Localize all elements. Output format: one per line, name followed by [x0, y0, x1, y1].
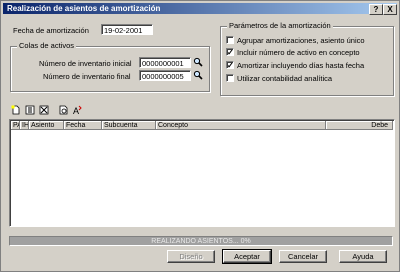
- sort-icon[interactable]: A: [73, 105, 83, 115]
- properties-icon[interactable]: [25, 105, 35, 115]
- agrupar-checkbox[interactable]: [226, 36, 234, 44]
- fecha-label: Fecha de amortización: [13, 26, 89, 35]
- search-icon[interactable]: [193, 57, 203, 67]
- svg-text:A: A: [73, 106, 79, 115]
- window-title: Realización de asientos de amortización: [7, 4, 161, 13]
- analitica-label: Utilizar contabilidad analítica: [237, 74, 333, 83]
- params-group-title: Parámetros de la amortización: [227, 21, 333, 30]
- column-header-subcuenta[interactable]: Subcuenta: [102, 121, 156, 130]
- column-header-fecha[interactable]: Fecha: [64, 121, 102, 130]
- column-header-ih[interactable]: IH: [20, 121, 29, 130]
- incluir-label: Incluir número de activo en concepto: [237, 48, 360, 57]
- aceptar-button[interactable]: Aceptar: [222, 249, 272, 264]
- final-label: Número de inventario final: [43, 72, 131, 81]
- column-header-asiento[interactable]: Asiento: [29, 121, 64, 130]
- analitica-checkbox[interactable]: [226, 74, 234, 82]
- cancelar-button[interactable]: Cancelar: [279, 250, 327, 263]
- amortizar-label: Amortizar incluyendo días hasta fecha: [237, 61, 365, 70]
- asientos-grid[interactable]: PA IH Asiento Fecha Subcuenta Concepto D…: [9, 119, 395, 227]
- ayuda-button[interactable]: Ayuda: [339, 250, 387, 263]
- title-bar[interactable]: Realización de asientos de amortización …: [3, 3, 397, 15]
- fecha-input[interactable]: 19-02-2001: [101, 24, 153, 35]
- diseno-button[interactable]: Diseño: [167, 250, 215, 263]
- inicial-input[interactable]: 0000000001: [139, 57, 191, 68]
- new-document-icon[interactable]: [11, 105, 21, 115]
- search-icon[interactable]: [193, 70, 203, 80]
- incluir-checkbox[interactable]: ✓: [226, 48, 234, 57]
- column-header-debe[interactable]: Debe: [326, 121, 393, 130]
- colas-group: Colas de activos Número de inventario in…: [10, 41, 210, 92]
- params-group: Parámetros de la amortización Agrupar am…: [220, 21, 394, 96]
- colas-group-title: Colas de activos: [17, 41, 77, 50]
- preview-icon[interactable]: [59, 105, 69, 115]
- help-button[interactable]: ?: [369, 4, 383, 15]
- delete-icon[interactable]: [39, 105, 49, 115]
- amortizar-checkbox[interactable]: ✓: [226, 61, 234, 70]
- column-header-pa[interactable]: PA: [11, 121, 20, 130]
- progress-bar: REALIZANDO ASIENTOS... 0%: [9, 236, 393, 246]
- inicial-label: Número de inventario inicial: [39, 59, 132, 68]
- close-button[interactable]: X: [383, 4, 397, 15]
- final-input[interactable]: 0000000005: [139, 70, 191, 81]
- column-header-concepto[interactable]: Concepto: [156, 121, 326, 130]
- dialog-window: Realización de asientos de amortización …: [0, 0, 400, 272]
- agrupar-label: Agrupar amortizaciones, asiento único: [237, 36, 365, 45]
